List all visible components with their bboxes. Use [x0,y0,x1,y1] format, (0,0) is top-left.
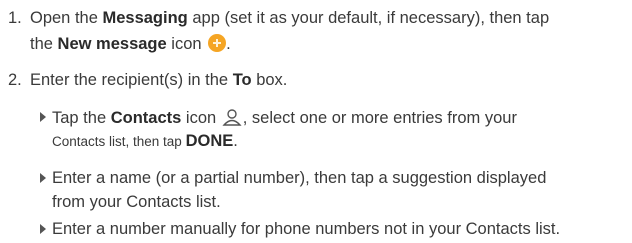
bullet-1-text-cont: , select one or more entries from your [242,109,517,127]
plus-circle-icon [208,34,227,52]
bullet-1-icon-text: icon [181,109,221,127]
bullet-1-line-1: Tap the Contacts icon , select one or mo… [52,107,517,128]
bullet-marker-1 [40,112,46,122]
step-1-icon-text: icon [166,35,207,53]
step-2-text-cont: box. [251,71,288,89]
step-1-number: 1. [8,9,22,27]
step-2-text: Enter the recipient(s) in the [30,71,233,89]
step-1-text-cont: app (set it as your default, if necessar… [187,9,550,27]
step-1-period: . [226,35,231,53]
step-1-line-1: Open the Messaging app (set it as your d… [30,8,549,28]
bullet-1-text: Tap the [52,109,111,127]
done-label: DONE [185,132,234,150]
bullet-2-line-2: from your Contacts list. [52,193,221,211]
step-2-line-1: Enter the recipient(s) in the To box. [30,70,287,90]
step-1-line-2: the New message icon . [30,34,231,54]
bullet-marker-2 [40,173,46,183]
step-1-text: Open the [30,9,103,27]
to-box-label: To [232,71,252,89]
bullet-2-line-1: Enter a name (or a partial number), then… [52,169,547,187]
messaging-app-name: Messaging [102,9,188,27]
person-contacts-icon [222,109,242,126]
bullet-1-period: . [233,132,238,150]
bullet-1-line-2: Contacts list, then tap DONE. [52,131,238,152]
bullet-1-text-2: Contacts list, then tap [52,134,186,149]
contacts-label: Contacts [110,109,182,127]
bullet-3-line-1: Enter a number manually for phone number… [52,220,561,238]
step-1-text-2: the [30,35,58,53]
step-2-number: 2. [8,71,22,89]
instruction-document: 1. Open the Messaging app (set it as you… [0,0,632,243]
bullet-marker-3 [40,224,46,234]
new-message-label: New message [57,35,167,53]
